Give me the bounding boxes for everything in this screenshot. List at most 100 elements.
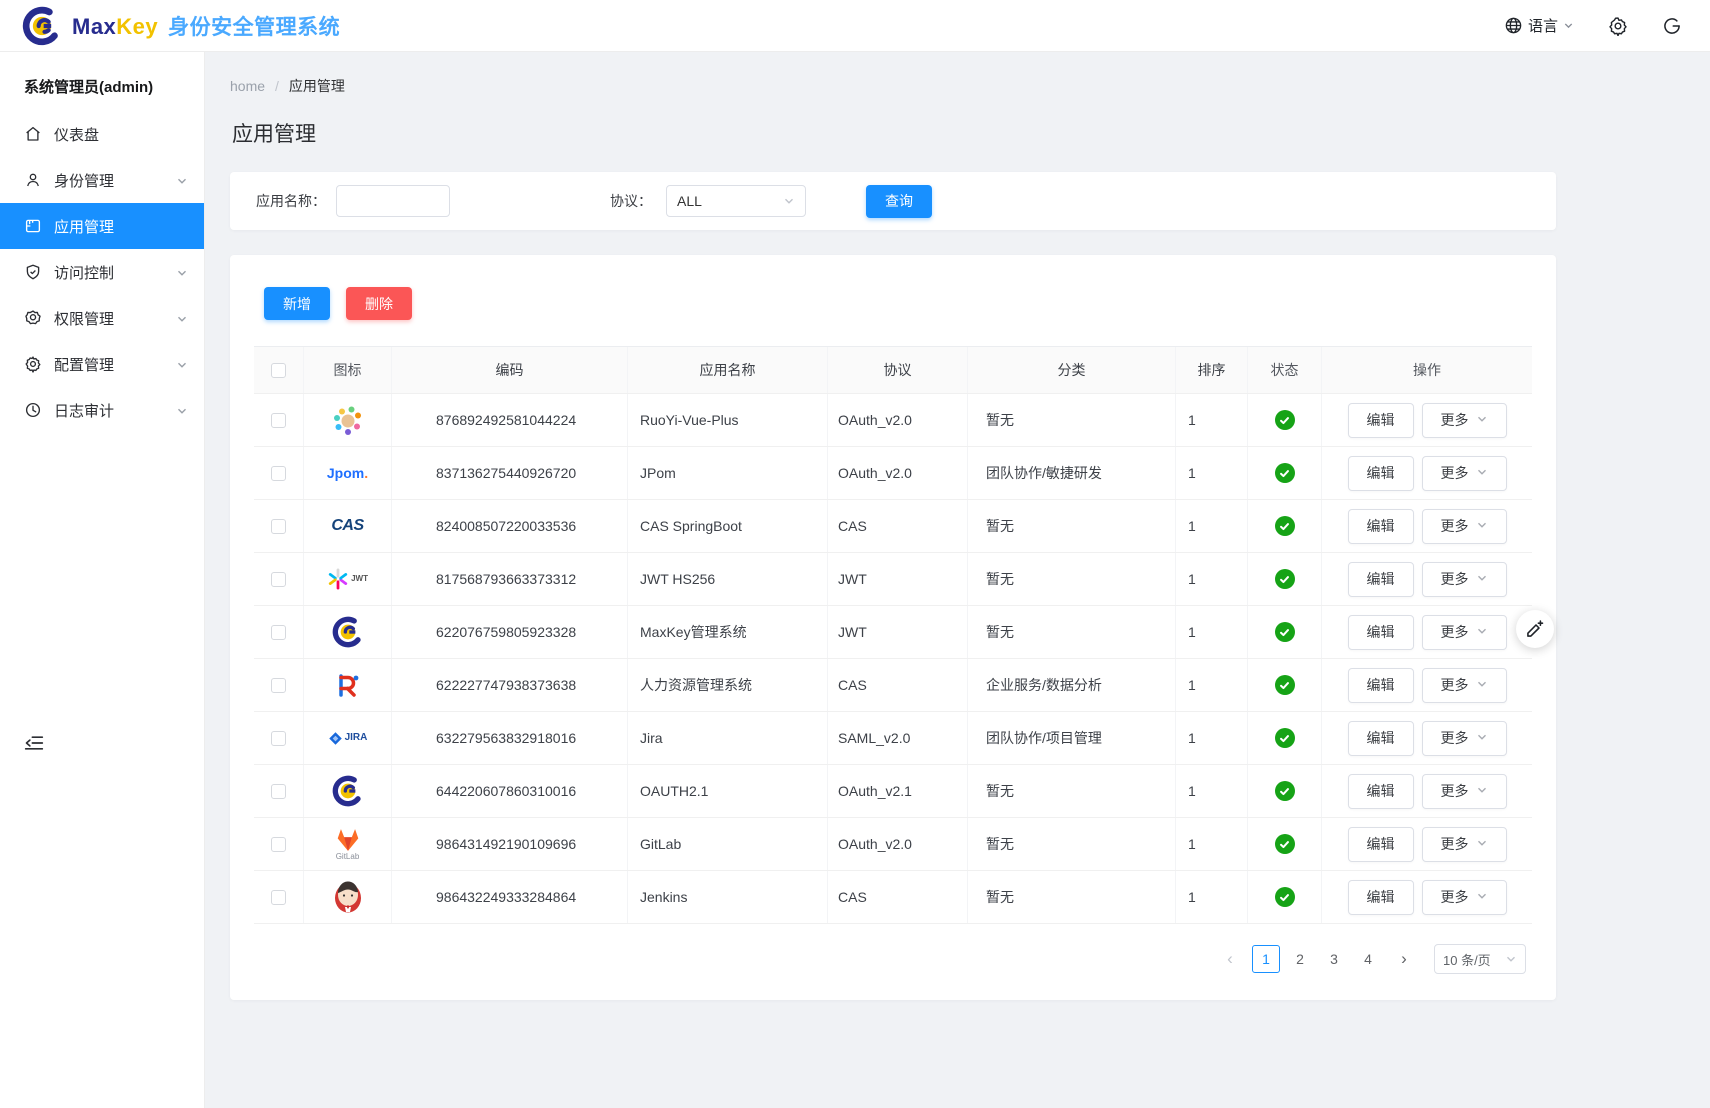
cell-sort: 1: [1176, 659, 1248, 711]
row-checkbox[interactable]: [271, 890, 286, 905]
chevron-down-icon: [1476, 730, 1488, 746]
column-sort: 排序: [1176, 347, 1248, 393]
prev-page-button[interactable]: ‹: [1216, 945, 1244, 973]
more-button[interactable]: 更多: [1422, 668, 1507, 703]
cell-protocol: SAML_v2.0: [828, 712, 968, 764]
cell-sort: 1: [1176, 553, 1248, 605]
next-page-button[interactable]: ›: [1390, 945, 1418, 973]
column-actions: 操作: [1322, 347, 1532, 393]
maxkey-logo-icon: [22, 6, 62, 46]
sidebar-item-日志审计[interactable]: 日志审计: [0, 387, 204, 433]
cell-protocol: JWT: [828, 606, 968, 658]
sidebar-user-label: 系统管理员(admin): [0, 52, 204, 107]
cell-code: 986431492190109696: [392, 818, 628, 870]
edit-button[interactable]: 编辑: [1348, 880, 1414, 915]
row-checkbox[interactable]: [271, 784, 286, 799]
chevron-down-icon: [1505, 953, 1517, 965]
protocol-select[interactable]: ALL: [666, 185, 806, 217]
cell-protocol: OAuth_v2.0: [828, 447, 968, 499]
page-button-3[interactable]: 3: [1320, 945, 1348, 973]
more-button[interactable]: 更多: [1422, 880, 1507, 915]
app-name-label: 应用名称：: [256, 191, 326, 211]
sidebar-item-访问控制[interactable]: 访问控制: [0, 249, 204, 295]
language-switcher[interactable]: 语言: [1504, 15, 1574, 36]
page-button-2[interactable]: 2: [1286, 945, 1314, 973]
more-button[interactable]: 更多: [1422, 615, 1507, 650]
row-checkbox[interactable]: [271, 731, 286, 746]
status-enabled-icon: [1275, 463, 1295, 483]
cell-category: 暂无: [968, 818, 1176, 870]
maxkey-app-icon: [328, 612, 368, 652]
protocol-select-value: ALL: [677, 193, 702, 209]
edit-button[interactable]: 编辑: [1348, 509, 1414, 544]
more-button[interactable]: 更多: [1422, 562, 1507, 597]
logout-icon[interactable]: [1662, 16, 1682, 36]
status-enabled-icon: [1275, 728, 1295, 748]
menu-fold-icon[interactable]: [24, 734, 44, 752]
access-shield-icon: [24, 263, 42, 281]
chevron-down-icon: [1476, 836, 1488, 852]
cell-sort: 1: [1176, 394, 1248, 446]
row-checkbox[interactable]: [271, 466, 286, 481]
page-button-4[interactable]: 4: [1354, 945, 1382, 973]
cell-app-name: Jira: [628, 712, 828, 764]
edit-button[interactable]: 编辑: [1348, 721, 1414, 756]
chevron-down-icon: [176, 266, 188, 278]
sidebar-item-仪表盘[interactable]: 仪表盘: [0, 111, 204, 157]
row-checkbox[interactable]: [271, 519, 286, 534]
cell-protocol: JWT: [828, 553, 968, 605]
cell-category: 暂无: [968, 394, 1176, 446]
page-size-select[interactable]: 10 条/页: [1434, 944, 1526, 974]
sidebar-item-配置管理[interactable]: 配置管理: [0, 341, 204, 387]
settings-gear-icon[interactable]: [1608, 16, 1628, 36]
breadcrumb-home[interactable]: home: [230, 78, 265, 94]
edit-button[interactable]: 编辑: [1348, 403, 1414, 438]
ruoyi-app-icon: [328, 400, 368, 440]
cell-protocol: CAS: [828, 659, 968, 711]
edit-button[interactable]: 编辑: [1348, 668, 1414, 703]
table-row: 876892492581044224RuoYi-Vue-PlusOAuth_v2…: [254, 394, 1532, 447]
cell-code: 986432249333284864: [392, 871, 628, 923]
cell-sort: 1: [1176, 606, 1248, 658]
cell-code: 632279563832918016: [392, 712, 628, 764]
maxkey-app-icon: [328, 771, 368, 811]
edit-button[interactable]: 编辑: [1348, 615, 1414, 650]
edit-button[interactable]: 编辑: [1348, 827, 1414, 862]
delete-button[interactable]: 删除: [346, 287, 412, 320]
chevron-down-icon: [1476, 889, 1488, 905]
edit-button[interactable]: 编辑: [1348, 456, 1414, 491]
row-checkbox[interactable]: [271, 572, 286, 587]
cell-protocol: CAS: [828, 871, 968, 923]
status-enabled-icon: [1275, 675, 1295, 695]
cell-app-name: RuoYi-Vue-Plus: [628, 394, 828, 446]
edit-button[interactable]: 编辑: [1348, 774, 1414, 809]
row-checkbox[interactable]: [271, 413, 286, 428]
breadcrumb-separator: /: [275, 78, 279, 94]
row-checkbox[interactable]: [271, 625, 286, 640]
sidebar-item-身份管理[interactable]: 身份管理: [0, 157, 204, 203]
more-button[interactable]: 更多: [1422, 827, 1507, 862]
edit-button[interactable]: 编辑: [1348, 562, 1414, 597]
cell-app-name: JPom: [628, 447, 828, 499]
floating-theme-button[interactable]: [1516, 610, 1554, 648]
more-button[interactable]: 更多: [1422, 456, 1507, 491]
table-row: 986432249333284864JenkinsCAS暂无1编辑更多: [254, 871, 1532, 924]
page-button-1[interactable]: 1: [1252, 945, 1280, 973]
cell-code: 876892492581044224: [392, 394, 628, 446]
add-button[interactable]: 新增: [264, 287, 330, 320]
more-button[interactable]: 更多: [1422, 721, 1507, 756]
sidebar-item-权限管理[interactable]: 权限管理: [0, 295, 204, 341]
more-button[interactable]: 更多: [1422, 774, 1507, 809]
app-name-input[interactable]: [336, 185, 450, 217]
brand-max: Max: [72, 14, 116, 40]
select-all-checkbox[interactable]: [271, 363, 286, 378]
more-button[interactable]: 更多: [1422, 403, 1507, 438]
sidebar-item-应用管理[interactable]: 应用管理: [0, 203, 204, 249]
jpom-app-icon: Jpom.: [328, 453, 368, 493]
search-button[interactable]: 查询: [866, 185, 932, 218]
more-button[interactable]: 更多: [1422, 509, 1507, 544]
row-checkbox[interactable]: [271, 678, 286, 693]
column-status: 状态: [1248, 347, 1322, 393]
chevron-down-icon: [176, 174, 188, 186]
row-checkbox[interactable]: [271, 837, 286, 852]
